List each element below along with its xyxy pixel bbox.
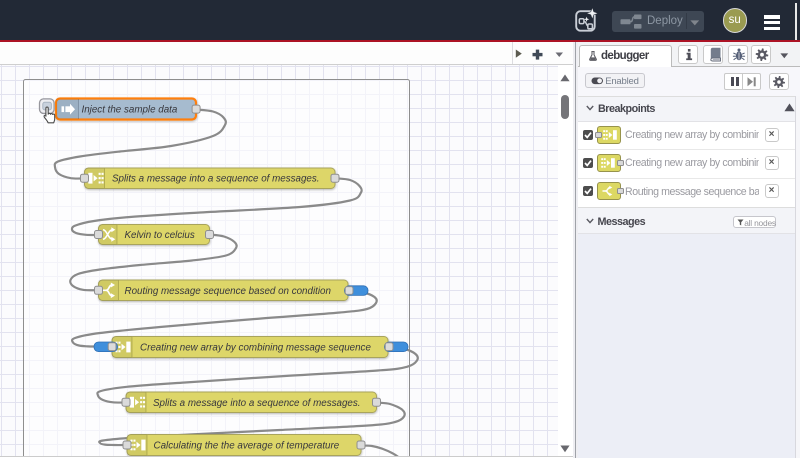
svg-text:Creating new array by combinin: Creating new array by combining message … — [140, 343, 371, 354]
svg-text:Splits a message into a sequen: Splits a message into a sequence of mess… — [153, 398, 361, 409]
svg-text:Routing message sequence based: Routing message sequence based on condit… — [125, 286, 331, 297]
svg-text:Kelvin to celcius: Kelvin to celcius — [125, 230, 195, 241]
svg-text:Splits a message into a sequen: Splits a message into a sequence of mess… — [112, 174, 320, 185]
svg-text:Inject the sample data: Inject the sample data — [82, 105, 178, 116]
svg-text:Calculating the the average of: Calculating the the average of temperatu… — [154, 441, 340, 452]
